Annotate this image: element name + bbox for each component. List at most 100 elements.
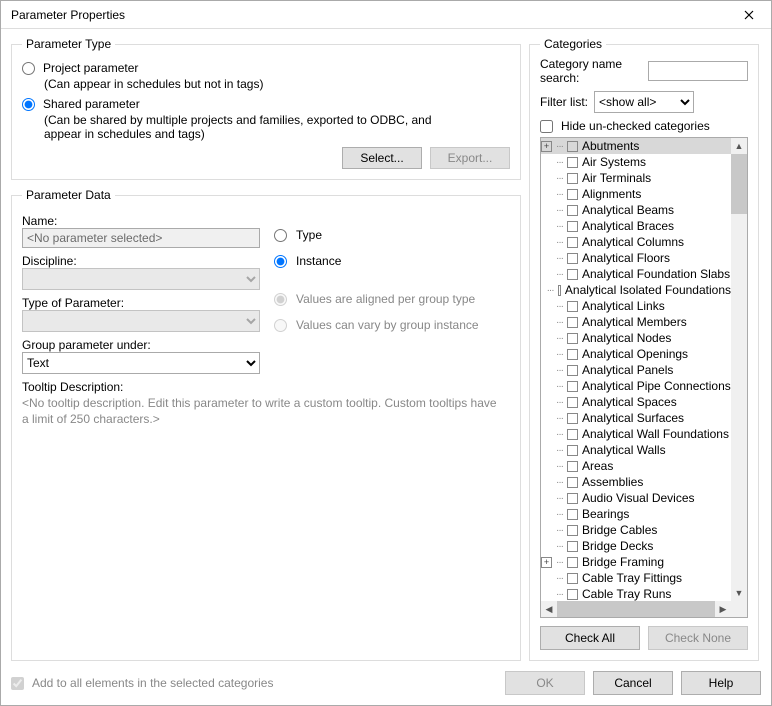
- tree-checkbox[interactable]: [567, 365, 578, 376]
- tree-item[interactable]: ···Analytical Floors: [541, 250, 731, 266]
- tree-checkbox[interactable]: [567, 189, 578, 200]
- tree-checkbox[interactable]: [567, 333, 578, 344]
- tree-item[interactable]: +···Abutments: [541, 138, 731, 154]
- horizontal-scrollbar[interactable]: ◀ ▶: [541, 601, 731, 617]
- expand-icon[interactable]: +: [541, 141, 552, 152]
- filter-label: Filter list:: [540, 95, 588, 109]
- scroll-down-icon[interactable]: ▼: [731, 585, 747, 601]
- type-radio[interactable]: [274, 229, 287, 242]
- scroll-up-icon[interactable]: ▲: [731, 138, 747, 154]
- tree-item[interactable]: ···Bridge Decks: [541, 538, 731, 554]
- tree-checkbox[interactable]: [567, 573, 578, 584]
- tree-item[interactable]: ···Analytical Isolated Foundations: [541, 282, 731, 298]
- tree-item[interactable]: ···Assemblies: [541, 474, 731, 490]
- tree-checkbox[interactable]: [567, 253, 578, 264]
- tree-item-label: Analytical Panels: [582, 363, 673, 377]
- tree-checkbox[interactable]: [567, 237, 578, 248]
- tree-checkbox[interactable]: [567, 413, 578, 424]
- hide-unchecked-checkbox[interactable]: [540, 120, 553, 133]
- help-button[interactable]: Help: [681, 671, 761, 695]
- shared-parameter-radio[interactable]: [22, 98, 35, 111]
- tree-item[interactable]: ···Analytical Openings: [541, 346, 731, 362]
- tree-checkbox[interactable]: [567, 221, 578, 232]
- tree-item[interactable]: ···Analytical Members: [541, 314, 731, 330]
- tree-item[interactable]: ···Air Terminals: [541, 170, 731, 186]
- tree-item[interactable]: ···Cable Tray Fittings: [541, 570, 731, 586]
- tree-item[interactable]: ···Analytical Columns: [541, 234, 731, 250]
- tree-spacer: [541, 349, 552, 360]
- tree-connector: ···: [556, 205, 563, 216]
- instance-radio[interactable]: [274, 255, 287, 268]
- tree-item[interactable]: ···Analytical Links: [541, 298, 731, 314]
- tree-checkbox[interactable]: [567, 205, 578, 216]
- scroll-right-icon[interactable]: ▶: [715, 601, 731, 617]
- tree-item[interactable]: ··· Analytical Spaces: [541, 394, 731, 410]
- tree-item[interactable]: ···Analytical Panels: [541, 362, 731, 378]
- tree-item-label: Cable Tray Runs: [582, 587, 671, 601]
- tree-spacer: [541, 573, 552, 584]
- tree-item[interactable]: ···Analytical Braces: [541, 218, 731, 234]
- tree-spacer: [541, 333, 552, 344]
- tree-item[interactable]: ···Analytical Walls: [541, 442, 731, 458]
- tree-checkbox[interactable]: [567, 541, 578, 552]
- tree-spacer: [541, 493, 552, 504]
- tree-checkbox[interactable]: [567, 269, 578, 280]
- tree-item[interactable]: ···Cable Tray Runs: [541, 586, 731, 601]
- tree-checkbox[interactable]: [567, 445, 578, 456]
- tree-item[interactable]: ···Analytical Nodes: [541, 330, 731, 346]
- tree-checkbox[interactable]: [567, 429, 578, 440]
- tree-checkbox[interactable]: [567, 141, 578, 152]
- tree-item[interactable]: +···Bridge Framing: [541, 554, 731, 570]
- tree-checkbox[interactable]: [567, 157, 578, 168]
- tree-checkbox[interactable]: [567, 493, 578, 504]
- tree-checkbox[interactable]: [567, 397, 578, 408]
- tree-item[interactable]: ···Analytical Pipe Connections: [541, 378, 731, 394]
- scroll-left-icon[interactable]: ◀: [541, 601, 557, 617]
- close-button[interactable]: [727, 1, 771, 29]
- export-button: Export...: [430, 147, 510, 169]
- tree-item-label: Abutments: [582, 139, 639, 153]
- select-button[interactable]: Select...: [342, 147, 422, 169]
- tree-item[interactable]: ···Analytical Wall Foundations: [541, 426, 731, 442]
- tree-item[interactable]: ···Audio Visual Devices: [541, 490, 731, 506]
- tree-checkbox[interactable]: [567, 509, 578, 520]
- horizontal-scroll-thumb[interactable]: [557, 601, 715, 617]
- tree-connector: ···: [556, 301, 563, 312]
- tree-connector: ···: [556, 397, 563, 408]
- tree-spacer: [541, 269, 552, 280]
- tree-item[interactable]: ···Analytical Beams: [541, 202, 731, 218]
- filter-select[interactable]: <show all>: [594, 91, 694, 113]
- tree-checkbox[interactable]: [567, 381, 578, 392]
- tree-checkbox[interactable]: [567, 589, 578, 600]
- tree-connector: ···: [556, 461, 563, 472]
- vertical-scrollbar[interactable]: ▲ ▼: [731, 138, 747, 601]
- cancel-button[interactable]: Cancel: [593, 671, 673, 695]
- tree-item[interactable]: ···Air Systems: [541, 154, 731, 170]
- tree-checkbox[interactable]: [567, 317, 578, 328]
- tree-item[interactable]: ···Analytical Surfaces: [541, 410, 731, 426]
- tree-item[interactable]: ···Bridge Cables: [541, 522, 731, 538]
- tree-checkbox[interactable]: [567, 525, 578, 536]
- tree-checkbox[interactable]: [567, 173, 578, 184]
- tree-checkbox[interactable]: [567, 301, 578, 312]
- expand-icon[interactable]: +: [541, 557, 552, 568]
- category-tree[interactable]: +···Abutments···Air Systems···Air Termin…: [540, 137, 748, 618]
- tree-item[interactable]: ···Areas: [541, 458, 731, 474]
- category-search-input[interactable]: [648, 61, 748, 81]
- tree-checkbox[interactable]: [567, 349, 578, 360]
- tree-connector: ···: [547, 285, 554, 296]
- tree-checkbox[interactable]: [558, 285, 561, 296]
- tree-checkbox[interactable]: [567, 461, 578, 472]
- tree-spacer: [541, 461, 552, 472]
- check-all-button[interactable]: Check All: [540, 626, 640, 650]
- tree-item[interactable]: ···Bearings: [541, 506, 731, 522]
- tree-checkbox[interactable]: [567, 557, 578, 568]
- vertical-scroll-thumb[interactable]: [731, 154, 747, 214]
- group-label: Group parameter under:: [22, 338, 260, 352]
- tree-item[interactable]: ···Alignments: [541, 186, 731, 202]
- group-select[interactable]: Text: [22, 352, 260, 374]
- tree-item[interactable]: ···Analytical Foundation Slabs: [541, 266, 731, 282]
- tree-item-label: Analytical Spaces: [582, 395, 677, 409]
- project-parameter-radio[interactable]: [22, 62, 35, 75]
- tree-checkbox[interactable]: [567, 477, 578, 488]
